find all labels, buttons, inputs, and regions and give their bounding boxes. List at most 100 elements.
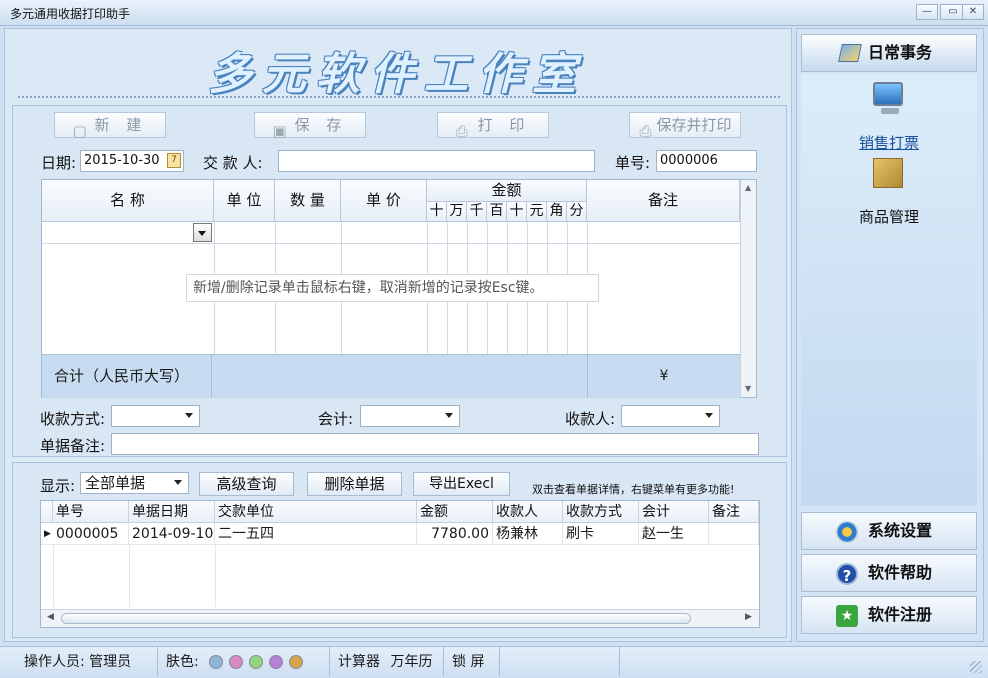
header-accountant[interactable]: 会计 [639, 501, 709, 523]
sidebar-item-label[interactable]: 商品管理 [859, 206, 919, 227]
banner: 多元软件工作室 [8, 30, 786, 100]
system-settings-button[interactable]: 系统设置 [801, 512, 977, 550]
cell-remark [709, 523, 759, 545]
amount-digit-header: 千 [467, 202, 487, 222]
printer-icon: ⎙ [639, 121, 652, 140]
skin-color-options [203, 654, 304, 670]
grid-edit-row[interactable] [42, 222, 740, 244]
sidebar-item-product-management[interactable]: 商品管理 [859, 158, 919, 228]
scroll-right-icon[interactable]: ▶ [745, 612, 752, 622]
row-pointer-icon: ▶ [44, 529, 51, 539]
col-qty-header: 数 量 [275, 180, 341, 222]
tools-area: 计算器 万年历 [330, 647, 444, 677]
save-and-print-button[interactable]: ⎙ 保存并打印 [629, 112, 741, 140]
amount-digit-header: 十 [507, 202, 527, 222]
name-dropdown-button[interactable] [193, 223, 212, 242]
chevron-down-icon [185, 413, 193, 418]
grid-hint-tooltip: 新增/删除记录单击鼠标右键，取消新增的记录按Esc键。 [186, 274, 599, 302]
scroll-down-icon[interactable]: ▼ [745, 384, 751, 393]
show-filter-select[interactable]: 全部单据 [80, 472, 189, 494]
minimize-button[interactable]: — [916, 4, 938, 20]
calendar-link[interactable]: 万年历 [390, 654, 432, 670]
list-hint: 双击查看单据详情，右键菜单有更多功能! [532, 483, 735, 496]
scroll-up-icon[interactable]: ▲ [745, 183, 751, 192]
receiver-select[interactable] [621, 405, 720, 427]
header-receiver[interactable]: 收款人 [493, 501, 563, 523]
amount-digit-header: 十 [427, 202, 447, 222]
status-bar: 操作人员: 管理员 肤色: 计算器 万年历 锁 屏 [0, 646, 988, 678]
scroll-left-icon[interactable]: ◀ [47, 612, 54, 622]
list-horizontal-scrollbar[interactable]: ◀ ▶ [41, 609, 759, 627]
cell-date: 2014-09-10 [129, 523, 215, 545]
sidebar-item-label[interactable]: 销售打票 [859, 132, 919, 153]
payment-method-select[interactable] [111, 405, 200, 427]
receiver-label: 收款人: [565, 410, 616, 428]
software-register-button[interactable]: ★ 软件注册 [801, 596, 977, 634]
skin-color-option[interactable] [289, 655, 304, 669]
window-title: 多元通用收据打印助手 [10, 7, 131, 21]
header-method[interactable]: 收款方式 [563, 501, 639, 523]
items-grid[interactable]: 名 称 单 位 数 量 单 价 金额 十万千百十元角分 备注 新增/删除记录单击… [41, 179, 757, 398]
software-help-button[interactable]: ? 软件帮助 [801, 554, 977, 592]
calculator-link[interactable]: 计算器 [338, 654, 380, 670]
skin-color-option[interactable] [249, 655, 264, 669]
number-input[interactable]: 0000006 [656, 150, 757, 172]
remark-label: 单据备注: [40, 437, 106, 455]
advanced-query-button[interactable]: 高级查询 [199, 472, 294, 496]
col-unit-header: 单 位 [214, 180, 275, 222]
lock-screen-link[interactable]: 锁 屏 [444, 647, 500, 677]
chevron-down-icon [174, 480, 182, 485]
date-label: 日期: [41, 154, 77, 172]
notebook-icon [838, 44, 862, 62]
sidebar-item-sales-ticket[interactable]: 销售打票 [859, 82, 919, 162]
export-excel-button[interactable]: 导出Execl [413, 472, 510, 496]
header-remark[interactable]: 备注 [709, 501, 759, 523]
delete-record-button[interactable]: 删除单据 [307, 472, 402, 496]
show-label: 显示: [40, 477, 76, 495]
computer-icon [873, 82, 903, 106]
header-unit[interactable]: 交款单位 [215, 501, 417, 523]
skin-color-option[interactable] [269, 655, 284, 669]
amount-digit-header: 万 [447, 202, 467, 222]
col-price-header: 单 价 [341, 180, 427, 222]
cell-method: 刷卡 [563, 523, 639, 545]
chevron-down-icon [705, 413, 713, 418]
table-row[interactable]: ▶ 0000005 2014-09-10 二一五四 7780.00 杨兼林 刷卡… [41, 523, 759, 545]
skin-selector: 肤色: [158, 647, 330, 677]
header-date[interactable]: 单据日期 [129, 501, 215, 523]
daily-tasks-header[interactable]: 日常事务 [801, 34, 977, 72]
date-field[interactable]: 2015-10-30 7 [80, 150, 184, 172]
payer-input[interactable] [278, 150, 595, 172]
resize-grip-icon[interactable] [970, 661, 982, 673]
col-amount-header: 金额 [427, 180, 587, 202]
amount-digit-headers: 十万千百十元角分 [427, 202, 587, 222]
scrollbar-thumb[interactable] [61, 613, 691, 624]
status-empty [500, 647, 620, 677]
header-number[interactable]: 单号 [53, 501, 129, 523]
sidebar-menu: 销售打票 商品管理 [801, 74, 977, 506]
col-remark-header: 备注 [587, 180, 740, 222]
cell-unit: 二一五四 [215, 523, 417, 545]
accountant-label: 会计: [318, 410, 354, 428]
save-button[interactable]: ▣ 保 存 [254, 112, 366, 140]
printer-icon: ⎙ [455, 121, 474, 140]
new-button[interactable]: ▢ 新 建 [54, 112, 166, 140]
calendar-icon[interactable]: 7 [167, 153, 181, 168]
header-amount[interactable]: 金额 [417, 501, 493, 523]
divider [18, 96, 780, 98]
amount-digit-header: 百 [487, 202, 507, 222]
print-button[interactable]: ⎙ 打 印 [437, 112, 549, 140]
skin-color-option[interactable] [229, 655, 244, 669]
remark-input[interactable] [111, 433, 759, 455]
floppy-icon: ▣ [272, 121, 293, 140]
register-star-icon: ★ [836, 605, 858, 627]
close-button[interactable]: ✕ [962, 4, 984, 20]
records-table[interactable]: 单号 单据日期 交款单位 金额 收款人 收款方式 会计 备注 ▶ 0000005… [40, 500, 760, 628]
chevron-down-icon [198, 231, 206, 236]
skin-color-option[interactable] [209, 655, 224, 669]
chevron-down-icon [445, 413, 453, 418]
grid-vertical-scrollbar[interactable]: ▲ ▼ [740, 180, 756, 397]
col-name-header: 名 称 [42, 180, 214, 222]
accountant-select[interactable] [360, 405, 460, 427]
cell-amount: 7780.00 [417, 523, 493, 545]
